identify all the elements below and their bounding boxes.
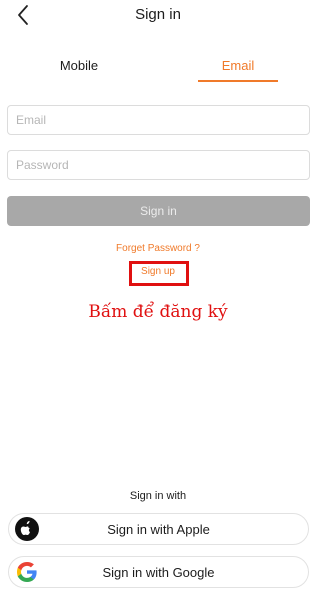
- signin-google-button[interactable]: Sign in with Google: [8, 556, 309, 588]
- email-field[interactable]: [7, 105, 310, 135]
- apple-button-label: Sign in with Apple: [107, 522, 210, 537]
- login-method-tabs: Mobile Email: [0, 52, 316, 82]
- signup-annotation: Bấm để đăng ký: [88, 302, 228, 322]
- password-field[interactable]: [7, 150, 310, 180]
- signin-with-heading: Sign in with: [129, 490, 187, 502]
- signin-button[interactable]: Sign in: [7, 196, 310, 226]
- tab-mobile[interactable]: Mobile: [38, 52, 120, 82]
- tab-email[interactable]: Email: [198, 52, 278, 82]
- forget-password-link[interactable]: Forget Password ?: [0, 243, 316, 254]
- header: Sign in: [0, 0, 316, 30]
- signin-apple-button[interactable]: Sign in with Apple: [8, 513, 309, 545]
- signup-link[interactable]: Sign up: [0, 266, 316, 277]
- page-title: Sign in: [135, 6, 181, 23]
- google-button-label: Sign in with Google: [102, 565, 215, 580]
